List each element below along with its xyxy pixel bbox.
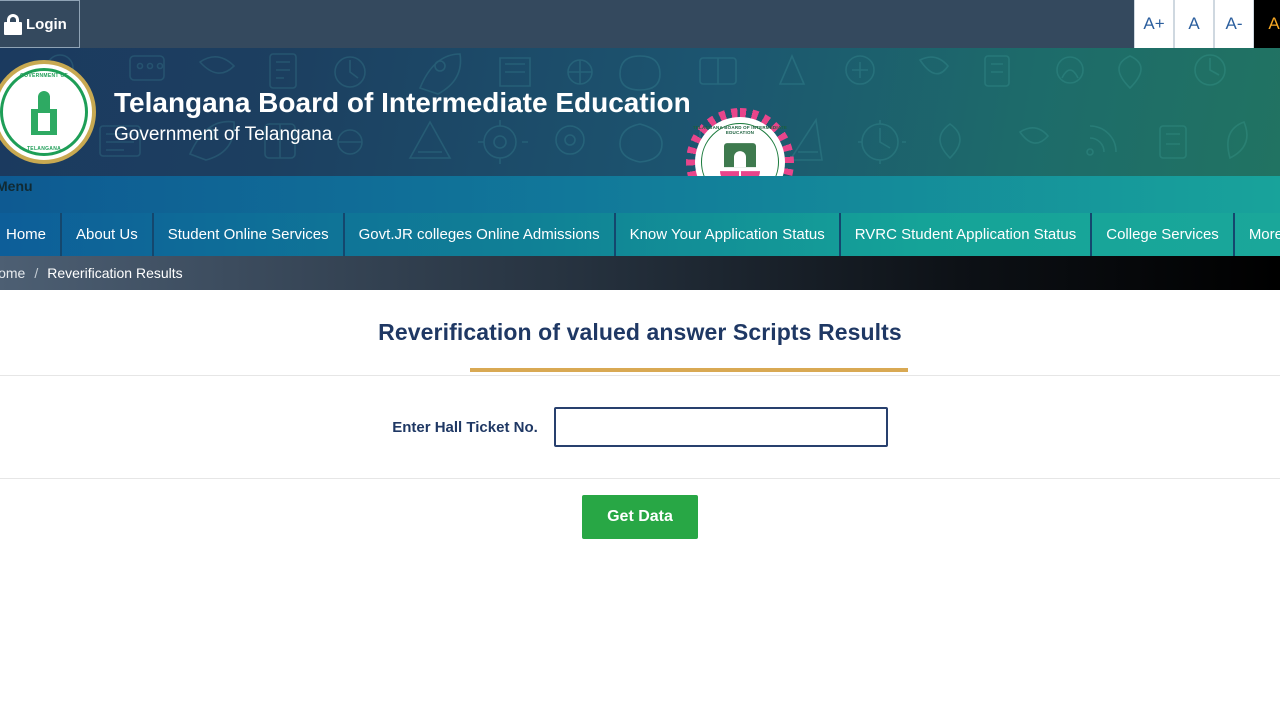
nav-item-home[interactable]: Home: [0, 213, 63, 256]
nav-item-rvrc-student-application-status[interactable]: RVRC Student Application Status: [841, 213, 1093, 256]
board-logo-icon: TELANGANA BOARD OF INTERMEDIATE EDUCATIO…: [686, 108, 794, 176]
telangana-government-emblem-icon: GOVERNMENT OF TELANGANA: [0, 60, 96, 164]
get-data-button[interactable]: Get Data: [582, 495, 698, 539]
page-title: Reverification of valued answer Scripts …: [378, 319, 902, 345]
site-header: GOVERNMENT OF TELANGANA Telangana Board …: [0, 48, 1280, 176]
board-logo-text-top: TELANGANA BOARD OF INTERMEDIATE EDUCATIO…: [692, 125, 788, 135]
font-increase-button[interactable]: A+: [1134, 0, 1174, 48]
header-title-block: Telangana Board of Intermediate Educatio…: [114, 86, 691, 148]
page-title-container: Reverification of valued answer Scripts …: [0, 290, 1280, 375]
font-normal-button[interactable]: A: [1174, 0, 1214, 48]
hallticket-form-row: Enter Hall Ticket No.: [0, 376, 1280, 478]
emblem-text-top: GOVERNMENT OF: [19, 73, 69, 79]
breadcrumb-current-page: Reverification Results: [47, 265, 183, 281]
nav-item-govt-jr-colleges-online-admissions[interactable]: Govt.JR colleges Online Admissions: [345, 213, 616, 256]
login-button[interactable]: Login: [0, 0, 80, 48]
nav-item-college-services[interactable]: College Services: [1092, 213, 1235, 256]
page-title-underline: [470, 368, 908, 372]
menu-label: Menu: [0, 178, 33, 194]
emblem-text-bottom: TELANGANA: [26, 146, 62, 152]
breadcrumb-home-link[interactable]: Home: [0, 265, 25, 281]
site-title: Telangana Board of Intermediate Educatio…: [114, 87, 691, 118]
font-decrease-button[interactable]: A-: [1214, 0, 1254, 48]
hallticket-label: Enter Hall Ticket No.: [392, 418, 538, 436]
accessibility-controls: A+ A A- A: [1134, 0, 1280, 48]
nav-item-know-your-application-status[interactable]: Know Your Application Status: [616, 213, 841, 256]
submit-row: Get Data: [0, 479, 1280, 539]
main-navigation: Home About Us Student Online Services Go…: [0, 213, 1280, 256]
nav-item-student-online-services[interactable]: Student Online Services: [154, 213, 345, 256]
login-button-label: Login: [26, 15, 67, 33]
breadcrumb-separator: /: [34, 265, 39, 281]
top-utility-bar: Login A+ A A- A: [0, 0, 1280, 48]
lock-icon: [3, 13, 23, 35]
nav-item-more[interactable]: More: [1235, 213, 1280, 256]
high-contrast-button[interactable]: A: [1254, 0, 1280, 48]
hallticket-input[interactable]: [553, 407, 888, 447]
menu-strip: Menu: [0, 176, 1280, 213]
breadcrumb: Home / Reverification Results: [0, 256, 1280, 290]
nav-item-about-us[interactable]: About Us: [62, 213, 154, 256]
site-subtitle: Government of Telangana: [114, 124, 333, 145]
